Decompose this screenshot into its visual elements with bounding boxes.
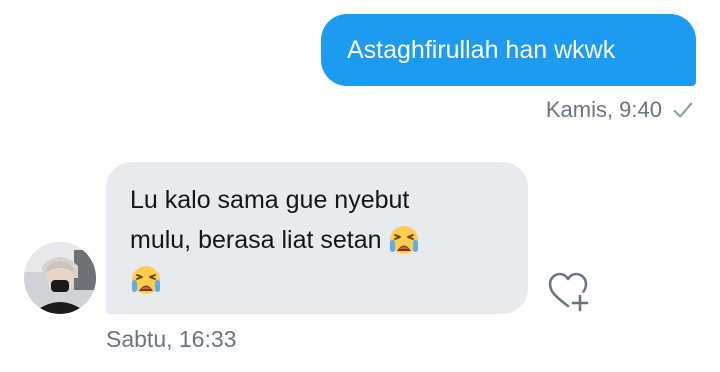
incoming-message-meta: Sabtu, 16:33 <box>106 322 236 356</box>
outgoing-message-meta: Kamis, 9:40 <box>546 94 694 126</box>
incoming-message-bubble[interactable]: Lu kalo sama gue nyebut mulu, berasa lia… <box>106 162 528 314</box>
loudly-crying-emoji-icon <box>132 266 160 294</box>
outgoing-message-bubble[interactable]: Astaghfirullah han wkwk <box>321 14 696 86</box>
incoming-message-line-2: mulu, berasa liat setan <box>130 220 504 260</box>
dm-conversation: Astaghfirullah han wkwk Kamis, 9:40 Lu k… <box>0 0 720 372</box>
heart-plus-icon[interactable] <box>545 270 591 312</box>
avatar-image <box>24 242 96 314</box>
check-icon <box>673 102 693 118</box>
incoming-message-text-1: Lu kalo sama gue nyebut <box>130 186 410 214</box>
outgoing-message-text: Astaghfirullah han wkwk <box>347 36 616 64</box>
incoming-message-line-3 <box>130 260 504 300</box>
incoming-message-text-2: mulu, berasa liat setan <box>130 226 382 254</box>
outgoing-timestamp: Kamis, 9:40 <box>545 97 662 122</box>
incoming-message-line-1: Lu kalo sama gue nyebut <box>130 180 504 220</box>
sender-avatar[interactable] <box>24 242 96 314</box>
loudly-crying-emoji-icon <box>389 226 418 254</box>
incoming-timestamp: Sabtu, 16:33 <box>106 325 237 352</box>
